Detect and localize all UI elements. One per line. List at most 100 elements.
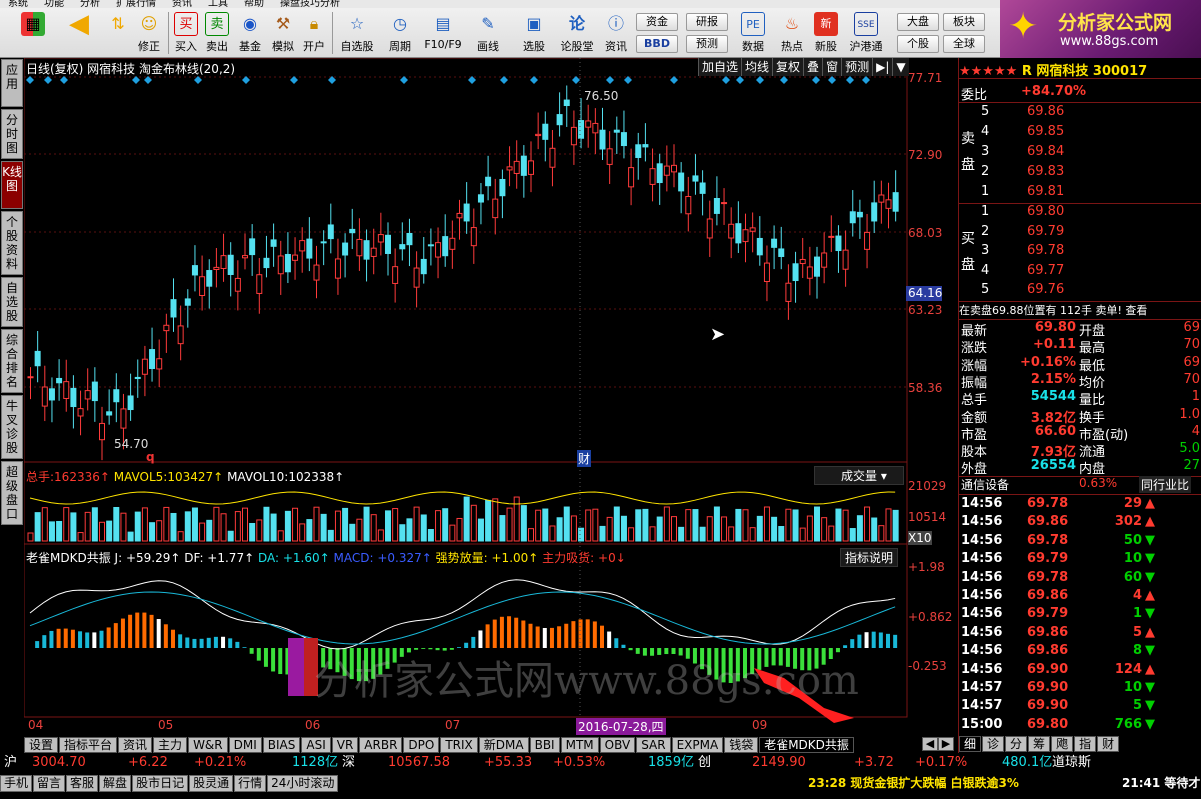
news-button[interactable]: ⓘ 资讯 xyxy=(600,12,632,56)
indicator-tab[interactable]: 设置 xyxy=(24,737,59,753)
news-ticker[interactable]: 21:41 等待才 xyxy=(1122,773,1200,793)
quote-tab[interactable]: 飑 xyxy=(1051,736,1074,752)
ma-button[interactable]: 均线 xyxy=(741,58,772,76)
status-link[interactable]: 客服 xyxy=(66,775,99,792)
indicator-tab[interactable]: DMI xyxy=(228,737,262,753)
status-link[interactable]: 24小时滚动 xyxy=(267,775,339,792)
quote-tab[interactable]: 指 xyxy=(1074,736,1097,752)
indicator-tab[interactable]: 老雀MDKD共振 xyxy=(759,737,854,753)
indicator-tab[interactable]: 新DMA xyxy=(478,737,529,753)
indicator-tab[interactable]: EXPMA xyxy=(671,737,724,753)
forecast-tab-button[interactable]: 预测 xyxy=(841,58,872,76)
capital-button[interactable]: 资金 xyxy=(636,13,678,31)
sell-order-row[interactable]: 3 69.84 xyxy=(959,144,1201,162)
sell-order-row[interactable]: 1 69.81 xyxy=(959,184,1201,202)
prev-tab-icon[interactable]: ◀ xyxy=(922,737,938,751)
indicator-tab[interactable]: ARBR xyxy=(359,737,403,753)
menu-item[interactable]: 帮助 xyxy=(244,0,264,8)
quote-tab[interactable]: 诊 xyxy=(982,736,1005,752)
add-watch-button[interactable]: 加自选 xyxy=(698,58,741,76)
forecast-button[interactable]: 预测 xyxy=(686,35,728,53)
buy-button[interactable]: 买买入 xyxy=(171,12,201,56)
status-link[interactable]: 留言 xyxy=(33,775,66,792)
indicator-tab[interactable]: VR xyxy=(331,737,359,753)
indicator-tab[interactable]: BIAS xyxy=(262,737,301,753)
indicator-tab[interactable]: ASI xyxy=(301,737,331,753)
menu-item[interactable]: 功能 xyxy=(44,0,64,8)
quote-tab[interactable]: 分 xyxy=(1005,736,1028,752)
menu-item[interactable]: 扩展行情 xyxy=(116,0,156,8)
quote-tab[interactable]: 筹 xyxy=(1028,736,1051,752)
indicator-tab[interactable]: SAR xyxy=(636,737,671,753)
menu-item[interactable]: 工具 xyxy=(208,0,228,8)
f10-button[interactable]: ▤ F10/F9 xyxy=(422,12,464,56)
forum-button[interactable]: 论论股堂 xyxy=(557,12,597,56)
buy-order-row[interactable]: 1 69.80 xyxy=(959,204,1201,222)
open-account-button[interactable]: 🔒︎ 开户 xyxy=(298,12,330,56)
tab-watchlist[interactable]: 自选股 xyxy=(1,277,23,327)
simulate-button[interactable]: ⚒ 模拟 xyxy=(267,12,299,56)
status-link[interactable]: 行情 xyxy=(234,775,267,792)
stock-button[interactable]: 个股 xyxy=(897,35,939,53)
menu-item[interactable]: 分析 xyxy=(80,0,100,8)
menu-item[interactable]: 操盘技巧分析 xyxy=(280,0,340,8)
kline-chart-svg[interactable] xyxy=(24,58,908,737)
chevron-down-icon[interactable]: ▼ xyxy=(892,58,908,76)
buy-order-row[interactable]: 4 69.77 xyxy=(959,263,1201,281)
report-button[interactable]: 研报 xyxy=(686,13,728,31)
indicator-tab[interactable]: 资讯 xyxy=(118,737,153,753)
sell-order-row[interactable]: 2 69.83 xyxy=(959,164,1201,182)
indicator-tab[interactable]: TRIX xyxy=(440,737,478,753)
watchlist-button[interactable]: ☆ 自选股 xyxy=(336,12,378,56)
indicator-tab[interactable]: 钱袋 xyxy=(724,737,759,753)
sell-button[interactable]: 卖卖出 xyxy=(202,12,232,56)
menu-item[interactable]: 资讯 xyxy=(172,0,192,8)
quote-tab[interactable]: 财 xyxy=(1097,736,1120,752)
bbd-button[interactable]: BBD xyxy=(636,35,678,53)
finance-marker[interactable]: 财 xyxy=(577,450,592,467)
new-stock-button[interactable]: 新新股 xyxy=(810,12,842,56)
hk-connect-button[interactable]: SSE 沪港通 xyxy=(846,12,886,56)
volume-dropdown[interactable]: 成交量 ▾ xyxy=(814,466,904,485)
indicator-tab[interactable]: 指标平台 xyxy=(59,737,118,753)
chart-area[interactable]: 日线(复权) 网宿科技 淘金布林线(20,2) 加自选 均线 复权叠窗预测 ▶| ▼ 7… xyxy=(24,58,952,737)
buy-order-row[interactable]: 5 69.76 xyxy=(959,282,1201,300)
overlay-button[interactable]: 叠 xyxy=(803,58,822,76)
hotspot-button[interactable]: ♨ 热点 xyxy=(776,12,808,56)
window-button[interactable]: 窗 xyxy=(822,58,841,76)
tab-diagnose[interactable]: 牛叉诊股 xyxy=(1,395,23,459)
market-button[interactable]: 大盘 xyxy=(897,13,939,31)
restore-button[interactable]: 复权 xyxy=(772,58,803,76)
sell-order-row[interactable]: 4 69.85 xyxy=(959,124,1201,142)
fund-button[interactable]: ◉ 基金 xyxy=(234,12,266,56)
indicator-tab[interactable]: OBV xyxy=(599,737,636,753)
indicator-tab[interactable]: BBI xyxy=(529,737,560,753)
indicator-help-button[interactable]: 指标说明 xyxy=(840,548,899,567)
indicator-tab[interactable]: W&R xyxy=(188,737,228,753)
expand-icon[interactable]: ▶| xyxy=(872,58,892,76)
status-link[interactable]: 股灵通 xyxy=(189,775,234,792)
buy-order-row[interactable]: 2 69.79 xyxy=(959,224,1201,242)
tab-stock-profile[interactable]: 个股资料 xyxy=(1,211,23,275)
industry-compare-button[interactable]: 同行业比 xyxy=(1139,476,1192,493)
next-tab-icon[interactable]: ▶ xyxy=(938,737,954,751)
data-button[interactable]: PE 数据 xyxy=(736,12,770,56)
menu-item[interactable]: 系统 xyxy=(8,0,28,8)
tab-ranking[interactable]: 综合排名 xyxy=(1,329,23,393)
draw-line-button[interactable]: ✎ 画线 xyxy=(470,12,506,56)
period-button[interactable]: ◷ 周期 xyxy=(382,12,418,56)
status-link[interactable]: 解盘 xyxy=(99,775,132,792)
updown-button[interactable]: ⇅ xyxy=(104,12,132,56)
tab-app[interactable]: 应用 xyxy=(1,59,23,107)
order-info-line[interactable]: 在卖盘69.88位置有 112手 卖单! 查看 xyxy=(959,302,1201,320)
sector-button[interactable]: 板块 xyxy=(943,13,985,31)
stock-select-button[interactable]: ▣ 选股 xyxy=(516,12,552,56)
grid-button[interactable]: ▦ xyxy=(18,12,48,56)
tab-kline[interactable]: K线图 xyxy=(1,161,23,209)
buy-order-row[interactable]: 3 69.78 xyxy=(959,243,1201,261)
indicator-tab[interactable]: 主力 xyxy=(153,737,188,753)
tab-intraday[interactable]: 分时图 xyxy=(1,109,23,159)
status-link[interactable]: 股市日记 xyxy=(132,775,189,792)
tab-super-quote[interactable]: 超级盘口 xyxy=(1,461,23,525)
fix-button[interactable]: ☺ 修正 xyxy=(133,12,165,56)
